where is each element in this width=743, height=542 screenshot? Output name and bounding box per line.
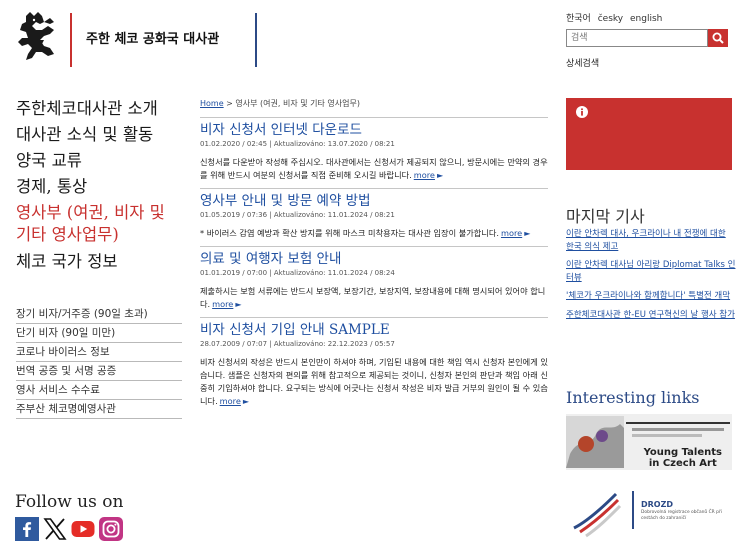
article-summary-text: 신청서를 다운받아 작성해 주십시오. 대사관에서는 신청서가 제공되지 않으니… [200,157,548,180]
more-link[interactable]: more [220,396,241,406]
article-date: 01.05.2019 / 07:36 | Aktualizováno: 11.0… [200,211,395,219]
recent-article-link[interactable]: 이란 안차렉 대사님 아리랑 Diplomat Talks 인터뷰 [566,259,736,284]
article-summary-text: * 바이러스 감염 예방과 확산 방지를 위해 마스크 미착용자는 대사관 입장… [200,228,499,238]
czech-lion-emblem-icon[interactable] [14,10,62,64]
nav-bilateral-relations[interactable]: 양국 교류 [16,148,181,174]
site-title[interactable]: 주한 체코 공화국 대사관 [86,28,219,47]
article-title[interactable]: 비자 신청서 인터넷 다운로드 [200,121,548,139]
search-button[interactable] [708,29,728,47]
breadcrumb: Home > 영사부 (여권, 비자 및 기타 영사업무) [200,98,360,109]
article-item: 의료 및 여행자 보험 안내 01.01.2019 / 07:00 | Aktu… [200,246,548,317]
article-item: 영사부 안내 및 방문 예약 방법 01.05.2019 / 07:36 | A… [200,188,548,246]
subnav-coronavirus-info[interactable]: 코로나 바이러스 정보 [16,343,182,362]
x-icon[interactable] [43,517,67,541]
subnav-notarization[interactable]: 번역 공증 및 서명 공증 [16,362,182,381]
page: 주한 체코 공화국 대사관 한국어 česky english 상세검색 주한체… [0,0,743,542]
title-divider [255,13,257,67]
social-links [15,517,123,541]
subnav-consular-fees[interactable]: 영사 서비스 수수료 [16,381,182,400]
article-summary: 비자 신청서의 작성은 반드시 본인만이 하셔야 하며, 기입된 내용에 대한 … [200,356,548,408]
subnav-short-term-visa[interactable]: 단기 비자 (90일 미만) [16,324,182,343]
article-list: 비자 신청서 인터넷 다운로드 01.02.2020 / 02:45 | Akt… [200,117,548,414]
banner-line-2: in Czech Art [648,458,717,469]
article-title[interactable]: 비자 신청서 기입 안내 SAMPLE [200,321,548,339]
lang-korean[interactable]: 한국어 [566,14,591,24]
main-navigation: 주한체코대사관 소개 대사관 소식 및 활동 양국 교류 경제, 통상 영사부 … [16,96,181,275]
article-item: 비자 신청서 인터넷 다운로드 01.02.2020 / 02:45 | Akt… [200,117,548,188]
drozd-name: DROZD [641,500,674,509]
young-talents-banner[interactable]: Young Talents in Czech Art [566,414,732,470]
article-date: 28.07.2009 / 07:07 | Aktualizováno: 22.1… [200,340,395,348]
sub-navigation: 장기 비자/거주증 (90일 초과) 단기 비자 (90일 미만) 코로나 바이… [16,305,182,419]
article-title[interactable]: 의료 및 여행자 보험 안내 [200,250,548,268]
young-talents-banner-text: Young Talents in Czech Art [644,447,722,469]
advanced-search-link[interactable]: 상세검색 [566,56,599,69]
search-icon [712,32,724,44]
more-link[interactable]: more [212,299,233,309]
facebook-icon[interactable] [15,517,39,541]
subnav-long-term-visa[interactable]: 장기 비자/거주증 (90일 초과) [16,305,182,324]
nav-czech-info[interactable]: 체코 국가 정보 [16,249,181,275]
follow-us-title: Follow us on [15,492,124,512]
article-summary: * 바이러스 감염 예방과 확산 방지를 위해 마스크 미착용자는 대사관 입장… [200,227,548,240]
article-item: 비자 신청서 기입 안내 SAMPLE 28.07.2009 / 07:07 |… [200,317,548,414]
more-link[interactable]: more [501,228,522,238]
recent-articles-list: 이란 안차렉 대사, 우크라이나 내 전쟁에 대한 한국 의식 제고 이란 안차… [566,228,736,327]
youtube-icon[interactable] [71,517,95,541]
notice-box[interactable] [566,98,732,170]
logo-divider [70,13,72,67]
recent-articles-title: 마지막 기사 [566,207,645,226]
lang-english[interactable]: english [630,14,662,24]
lang-czech[interactable]: česky [598,14,623,24]
search-input[interactable] [566,29,708,47]
recent-article-link[interactable]: 주한체코대사관 한-EU 연구혁신의 날 행사 참가 [566,309,736,322]
banner-line-1: Young Talents [643,447,722,458]
subnav-busan-honorary-consulate[interactable]: 주부산 체코명예영사관 [16,400,182,419]
nav-embassy-news[interactable]: 대사관 소식 및 활동 [16,122,181,148]
nav-embassy-intro[interactable]: 주한체코대사관 소개 [16,96,181,122]
article-summary-text: 비자 신청서의 작성은 반드시 본인만이 하셔야 하며, 기입된 내용에 대한 … [200,357,548,406]
arrow-right-icon[interactable]: ► [524,229,530,238]
breadcrumb-current: > 영사부 (여권, 비자 및 기타 영사업무) [223,99,360,108]
article-title[interactable]: 영사부 안내 및 방문 예약 방법 [200,192,548,210]
breadcrumb-home[interactable]: Home [200,99,224,108]
article-summary-text: 제출하시는 보험 서류에는 반드시 보장액, 보장기간, 보장지역, 보장내용에… [200,286,546,309]
info-icon [576,106,588,118]
arrow-right-icon[interactable]: ► [243,397,249,406]
interesting-links-title: Interesting links [566,388,700,407]
article-date: 01.02.2020 / 02:45 | Aktualizováno: 13.0… [200,140,395,148]
arrow-right-icon[interactable]: ► [437,171,443,180]
drozd-subtitle: Dobrovolná registrace občanů ČR při cest… [641,510,722,521]
article-summary: 신청서를 다운받아 작성해 주십시오. 대사관에서는 신청서가 제공되지 않으니… [200,156,548,182]
drozd-bird-logo-icon [573,492,622,538]
recent-article-link[interactable]: '체코가 우크라이나와 함께합니다' 특별전 개막 [566,290,736,303]
nav-economy-trade[interactable]: 경제, 통상 [16,174,181,200]
drozd-divider [632,491,634,529]
language-switcher: 한국어 česky english [566,11,666,24]
arrow-right-icon[interactable]: ► [235,300,241,309]
nav-consular-section[interactable]: 영사부 (여권, 비자 및 기타 영사업무) [16,202,181,246]
more-link[interactable]: more [414,170,435,180]
instagram-icon[interactable] [99,517,123,541]
article-date: 01.01.2019 / 07:00 | Aktualizováno: 11.0… [200,269,395,277]
article-summary: 제출하시는 보험 서류에는 반드시 보장액, 보장기간, 보장지역, 보장내용에… [200,285,548,311]
recent-article-link[interactable]: 이란 안차렉 대사, 우크라이나 내 전쟁에 대한 한국 의식 제고 [566,228,736,253]
